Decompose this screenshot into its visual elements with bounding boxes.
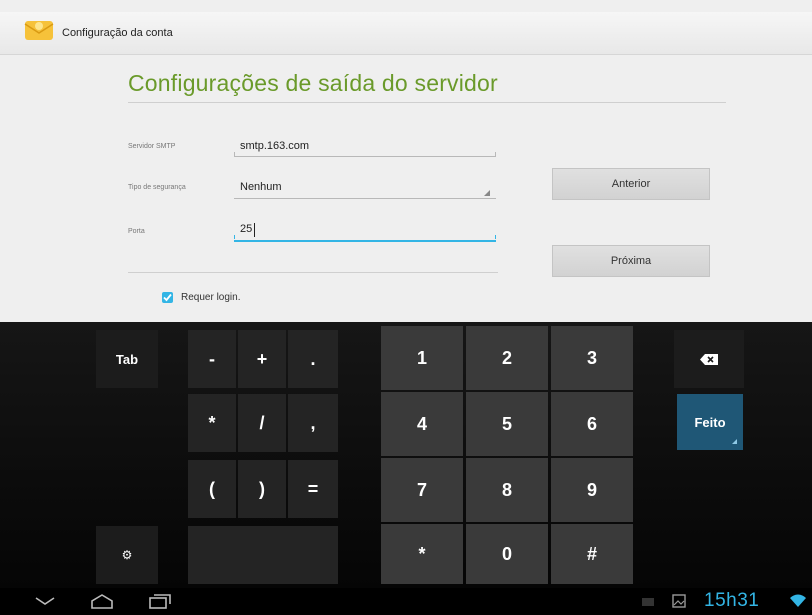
digit-7-key[interactable]: 7 [381,458,463,522]
port-label: Porta [128,228,145,235]
settings-icon: ⚙ [121,548,133,562]
numeric-keyboard: Tab - + . 1 2 3 * / , 4 5 6 Feito ( ) = … [0,322,812,588]
check-icon [163,293,172,302]
digit-3-key[interactable]: 3 [551,326,633,390]
comma-key[interactable]: , [288,394,338,452]
open-paren-key[interactable]: ( [188,460,236,518]
next-button[interactable]: Próxima [552,245,710,277]
slash-key[interactable]: / [238,394,286,452]
require-login-checkbox[interactable] [162,292,173,303]
security-type-label: Tipo de segurança [128,184,186,191]
port-underline-focused [234,240,496,242]
hash-key[interactable]: # [551,524,633,584]
digit-6-key[interactable]: 6 [551,392,633,456]
done-key[interactable]: Feito [677,394,743,450]
wifi-icon [790,594,806,607]
text-cursor [254,223,255,237]
security-type-underline [234,198,496,199]
plus-key[interactable]: + [238,330,286,388]
previous-button[interactable]: Anterior [552,168,710,200]
smtp-server-label: Servidor SMTP [128,143,176,150]
tab-key[interactable]: Tab [96,330,158,388]
port-field[interactable]: 25 [240,223,252,235]
digit-1-key[interactable]: 1 [381,326,463,390]
app-title: Configuração da conta [62,27,173,39]
spinner-arrow-icon [484,190,490,196]
digit-0-key[interactable]: 0 [466,524,548,584]
recent-apps-icon[interactable] [148,593,172,609]
smtp-server-field[interactable]: smtp.163.com [240,140,309,152]
status-clock: 15h31 [704,590,760,611]
digit-5-key[interactable]: 5 [466,392,548,456]
field-tick [234,235,235,239]
heading-divider [128,102,726,103]
smtp-server-underline [234,156,496,157]
require-login-label: Requer login. [181,292,241,303]
keyboard-indicator-icon [642,598,654,606]
digit-8-key[interactable]: 8 [466,458,548,522]
form-divider [128,272,498,273]
system-navigation-bar [0,588,812,615]
home-icon[interactable] [90,593,114,609]
account-settings-screen: Configuração da conta Configurações de s… [0,0,812,322]
hide-keyboard-icon[interactable] [34,596,56,606]
star-key[interactable]: * [381,524,463,584]
close-paren-key[interactable]: ) [238,460,286,518]
page-heading: Configurações de saída do servidor [128,70,498,96]
field-tick [495,235,496,239]
digit-9-key[interactable]: 9 [551,458,633,522]
asterisk-key[interactable]: * [188,394,236,452]
security-type-spinner[interactable]: Nenhum [240,181,282,193]
digit-4-key[interactable]: 4 [381,392,463,456]
gallery-notification-icon [672,594,686,608]
email-app-icon[interactable] [24,18,54,42]
field-tick [495,152,496,156]
space-key[interactable] [188,526,338,584]
digit-2-key[interactable]: 2 [466,326,548,390]
action-bar: Configuração da conta [0,12,812,55]
settings-key[interactable]: ⚙ [96,526,158,584]
period-key[interactable]: . [288,330,338,388]
field-tick [234,152,235,156]
minus-key[interactable]: - [188,330,236,388]
backspace-icon [700,353,718,365]
backspace-key[interactable] [674,330,744,388]
equals-key[interactable]: = [288,460,338,518]
